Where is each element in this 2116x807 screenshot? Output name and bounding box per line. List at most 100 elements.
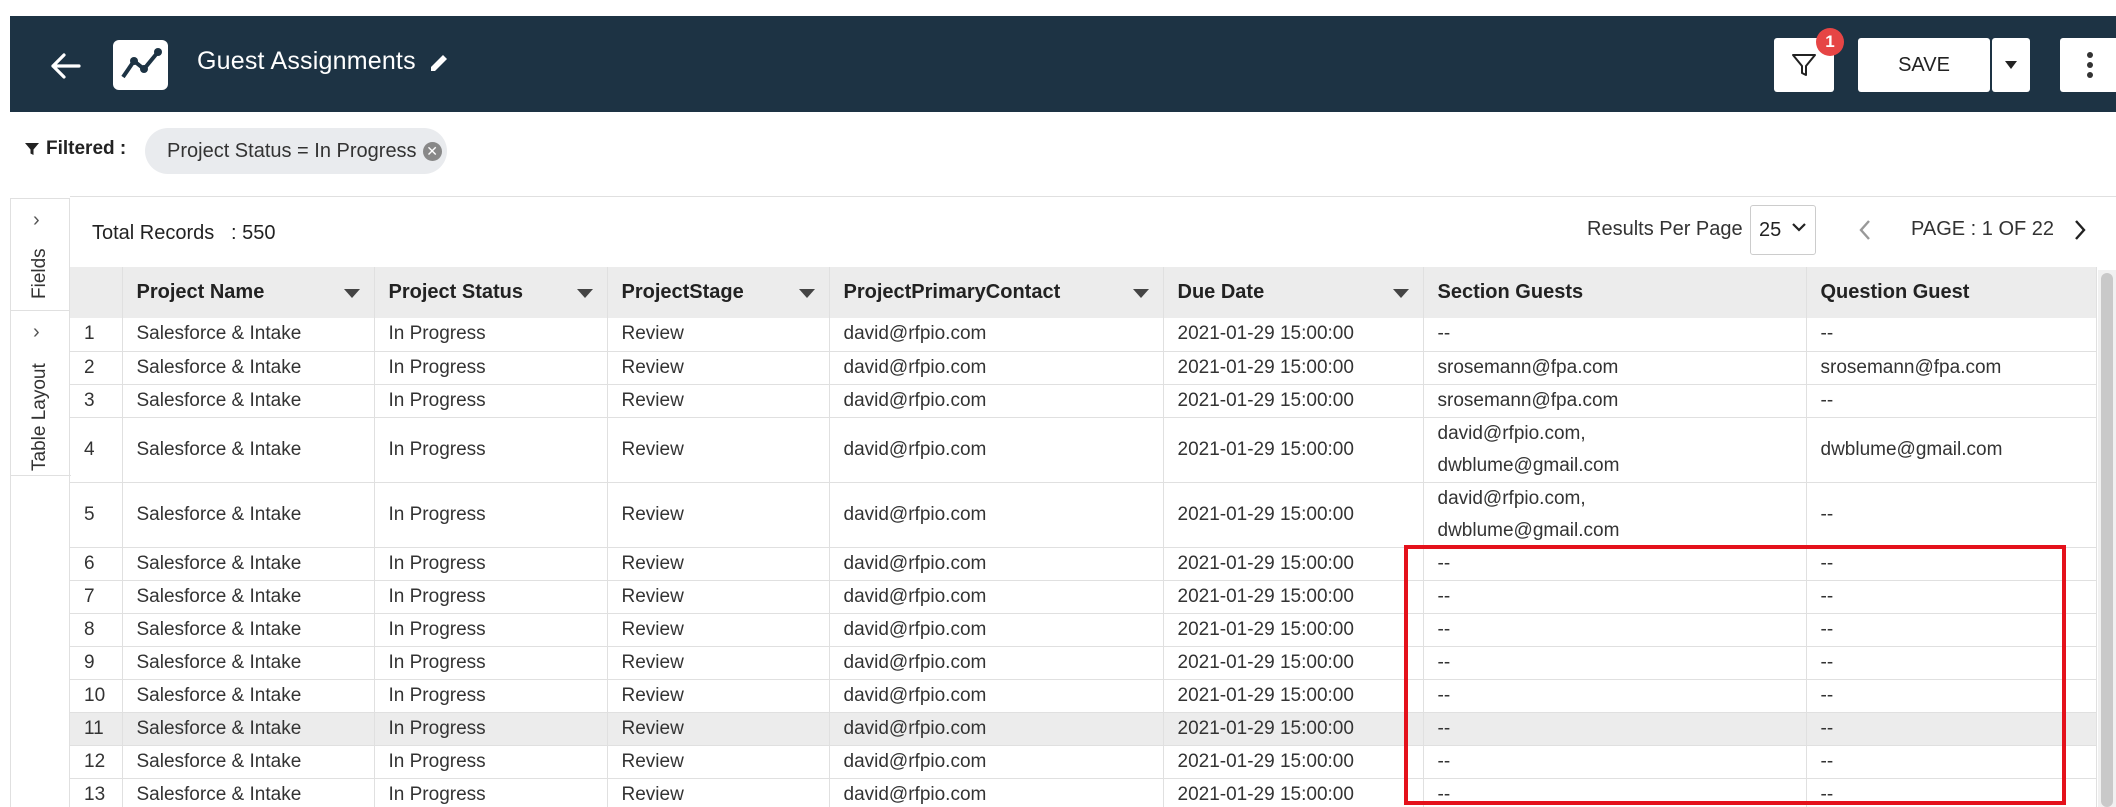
- cell-primary-contact: david@rfpio.com: [829, 351, 1164, 385]
- table-row[interactable]: 11 Salesforce & Intake In Progress Revie…: [70, 712, 2097, 746]
- results-per-page-select[interactable]: 25: [1750, 205, 1816, 255]
- cell-section-guests: --: [1423, 547, 1807, 581]
- section-guest-line: dwblume@gmail.com: [1437, 519, 1620, 541]
- cell-primary-contact: david@rfpio.com: [829, 778, 1164, 807]
- table-row[interactable]: 2 Salesforce & Intake In Progress Review…: [70, 351, 2097, 385]
- cell-project-stage: Review: [607, 778, 830, 807]
- column-header-label: Project Name: [136, 281, 265, 303]
- pencil-icon[interactable]: [428, 52, 452, 76]
- table-row[interactable]: 1 Salesforce & Intake In Progress Review…: [70, 318, 2097, 352]
- cell-project-status: In Progress: [374, 547, 608, 581]
- cell-project-status: In Progress: [374, 679, 608, 713]
- chevron-right-icon: [2075, 220, 2086, 240]
- column-header-primary-contact[interactable]: ProjectPrimaryContact: [829, 267, 1164, 318]
- column-header-section-guests[interactable]: Section Guests: [1423, 267, 1807, 318]
- cell-project-status: In Progress: [374, 712, 608, 746]
- table-row[interactable]: 5 Salesforce & Intake In Progress Review…: [70, 482, 2097, 548]
- row-number: 7: [70, 580, 123, 614]
- filtered-label: Filtered :: [24, 138, 126, 160]
- more-options-button[interactable]: [2060, 38, 2116, 92]
- cell-question-guest: --: [1806, 580, 2097, 614]
- previous-page-button[interactable]: [1852, 216, 1878, 244]
- chevron-down-icon: [1792, 223, 1806, 232]
- caret-down-icon[interactable]: [576, 289, 593, 298]
- cell-project-name: Salesforce & Intake: [122, 712, 375, 746]
- section-guest-line: dwblume@gmail.com: [1437, 454, 1620, 476]
- filtered-label-text: Filtered :: [46, 138, 127, 159]
- cell-section-guests: --: [1423, 712, 1807, 746]
- cell-due-date: 2021-01-29 15:00:00: [1163, 712, 1424, 746]
- table-row[interactable]: 12 Salesforce & Intake In Progress Revie…: [70, 745, 2097, 779]
- cell-project-stage: Review: [607, 547, 830, 581]
- cell-section-guests: --: [1423, 745, 1807, 779]
- app-header: Guest Assignments 1 SAVE: [10, 16, 2116, 112]
- column-header-label: ProjectStage: [621, 281, 744, 303]
- chevron-right-icon: ›: [33, 209, 40, 231]
- cell-project-stage: Review: [607, 482, 830, 548]
- table-row[interactable]: 8 Salesforce & Intake In Progress Review…: [70, 613, 2097, 647]
- column-header-question-guest[interactable]: Question Guest: [1806, 267, 2097, 318]
- cell-due-date: 2021-01-29 15:00:00: [1163, 646, 1424, 680]
- cell-due-date: 2021-01-29 15:00:00: [1163, 778, 1424, 807]
- column-header-project-name[interactable]: Project Name: [122, 267, 375, 318]
- cell-primary-contact: david@rfpio.com: [829, 384, 1164, 418]
- cell-question-guest: --: [1806, 646, 2097, 680]
- column-header-project-status[interactable]: Project Status: [374, 267, 608, 318]
- cell-due-date: 2021-01-29 15:00:00: [1163, 613, 1424, 647]
- table-row[interactable]: 6 Salesforce & Intake In Progress Review…: [70, 547, 2097, 581]
- save-options-button[interactable]: [1992, 38, 2030, 92]
- total-records: Total Records : 550: [92, 222, 275, 245]
- cell-project-stage: Review: [607, 384, 830, 418]
- table-row[interactable]: 10 Salesforce & Intake In Progress Revie…: [70, 679, 2097, 713]
- cell-question-guest: --: [1806, 482, 2097, 548]
- close-circle-icon[interactable]: ✕: [422, 141, 442, 161]
- cell-section-guests: david@rfpio.com, dwblume@gmail.com: [1423, 482, 1807, 548]
- caret-down-icon[interactable]: [798, 289, 815, 298]
- row-number: 2: [70, 351, 123, 385]
- cell-section-guests: --: [1423, 613, 1807, 647]
- table-row[interactable]: 3 Salesforce & Intake In Progress Review…: [70, 384, 2097, 418]
- cell-question-guest: --: [1806, 318, 2097, 352]
- table-row[interactable]: 13 Salesforce & Intake In Progress Revie…: [70, 778, 2097, 807]
- cell-question-guest: --: [1806, 679, 2097, 713]
- table-row[interactable]: 4 Salesforce & Intake In Progress Review…: [70, 417, 2097, 483]
- column-header-label: Project Status: [388, 281, 523, 303]
- scrollbar-thumb[interactable]: [2101, 273, 2113, 807]
- cell-question-guest: srosemann@fpa.com: [1806, 351, 2097, 385]
- app-logo-icon: [113, 40, 168, 90]
- column-header-label: ProjectPrimaryContact: [843, 281, 1061, 303]
- table-row[interactable]: 9 Salesforce & Intake In Progress Review…: [70, 646, 2097, 680]
- tab-fields[interactable]: › Fields: [11, 199, 71, 311]
- tab-table-layout[interactable]: › Table Layout: [11, 311, 71, 476]
- chevron-right-icon: ›: [33, 321, 40, 343]
- caret-down-icon[interactable]: [1132, 289, 1149, 298]
- cell-section-guests: --: [1423, 318, 1807, 352]
- filter-chip[interactable]: Project Status = In Progress ✕: [145, 128, 447, 174]
- cell-project-name: Salesforce & Intake: [122, 417, 375, 483]
- next-page-button[interactable]: [2067, 216, 2093, 244]
- table-row[interactable]: 7 Salesforce & Intake In Progress Review…: [70, 580, 2097, 614]
- cell-project-name: Salesforce & Intake: [122, 679, 375, 713]
- section-guest-line: david@rfpio.com,: [1437, 422, 1586, 444]
- cell-primary-contact: david@rfpio.com: [829, 547, 1164, 581]
- caret-down-icon[interactable]: [1392, 289, 1409, 298]
- cell-section-guests: srosemann@fpa.com: [1423, 384, 1807, 418]
- cell-primary-contact: david@rfpio.com: [829, 417, 1164, 483]
- row-number: 8: [70, 613, 123, 647]
- row-number: 13: [70, 778, 123, 807]
- total-records-value: : 550: [230, 222, 276, 244]
- page-title: Guest Assignments: [197, 47, 416, 75]
- column-header-due-date[interactable]: Due Date: [1163, 267, 1424, 318]
- caret-down-icon[interactable]: [343, 289, 360, 298]
- save-button[interactable]: SAVE: [1858, 38, 1990, 92]
- column-header-project-stage[interactable]: ProjectStage: [607, 267, 830, 318]
- cell-primary-contact: david@rfpio.com: [829, 318, 1164, 352]
- cell-primary-contact: david@rfpio.com: [829, 482, 1164, 548]
- row-number: 6: [70, 547, 123, 581]
- cell-project-name: Salesforce & Intake: [122, 547, 375, 581]
- back-arrow-icon[interactable]: [46, 46, 86, 86]
- cell-section-guests: srosemann@fpa.com: [1423, 351, 1807, 385]
- chevron-left-icon: [1859, 220, 1870, 240]
- row-number: 1: [70, 318, 123, 352]
- cell-primary-contact: david@rfpio.com: [829, 712, 1164, 746]
